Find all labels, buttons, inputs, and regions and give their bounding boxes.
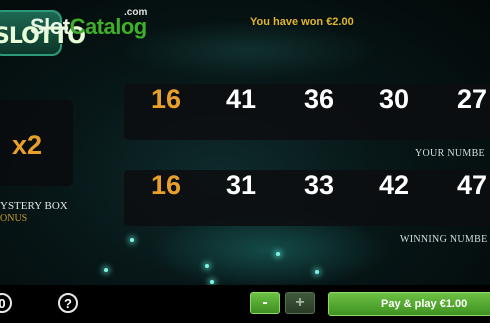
sparkle <box>104 268 108 272</box>
decrease-bet-button[interactable]: - <box>250 292 280 314</box>
your-number-4: 30 <box>378 84 410 114</box>
your-number-2: 41 <box>225 84 257 114</box>
winning-number-5: 47 <box>456 170 488 200</box>
increase-bet-button[interactable]: + <box>285 292 315 314</box>
sparkle <box>276 252 280 256</box>
your-number-1: 16 <box>150 84 182 114</box>
mystery-box-label: YSTERY BOX <box>0 200 68 212</box>
game-logo: SLOTTO SlotCatalog .com <box>0 6 150 56</box>
winning-numbers-label: WINNING NUMBE <box>400 234 488 245</box>
winning-number-4: 42 <box>378 170 410 200</box>
winning-number-1: 16 <box>150 170 182 200</box>
your-numbers-panel: 16 41 36 30 27 <box>124 84 490 140</box>
your-numbers-label: YOUR NUMBE <box>415 148 485 159</box>
help-icon[interactable]: ? <box>58 293 78 313</box>
background-glow <box>120 20 380 80</box>
your-number-5: 27 <box>456 84 488 114</box>
winning-numbers-panel: 16 31 33 42 47 <box>124 170 490 226</box>
winning-number-2: 31 <box>225 170 257 200</box>
sparkle <box>315 270 319 274</box>
your-number-3: 36 <box>303 84 335 114</box>
sparkle <box>205 264 209 268</box>
watermark-domain: .com <box>124 7 148 18</box>
sparkle <box>210 280 214 284</box>
bonus-label: ONUS <box>0 213 28 224</box>
winning-number-3: 33 <box>303 170 335 200</box>
sparkle <box>130 238 134 242</box>
win-message: You have won €2.00 <box>250 16 354 28</box>
mystery-box-multiplier: x2 <box>0 100 73 186</box>
pay-and-play-button[interactable]: Pay & play €1.00 <box>328 292 490 316</box>
multiplier-value: x2 <box>12 130 43 160</box>
